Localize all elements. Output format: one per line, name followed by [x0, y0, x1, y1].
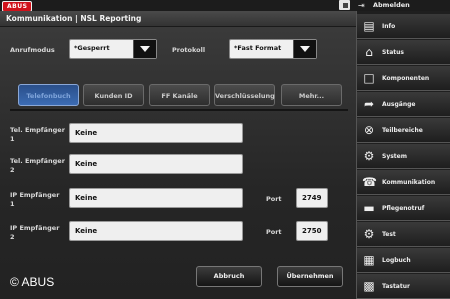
field-value: Keine — [75, 227, 98, 235]
chevron-down-icon[interactable] — [133, 40, 156, 58]
sidebar-item-label: Ausgänge — [382, 101, 416, 108]
tab-verschluesselung[interactable]: Verschlüsselung — [214, 84, 275, 106]
gear-icon: ⚙ — [363, 149, 375, 163]
recipient-label: IP Empfänger — [10, 224, 60, 232]
sidebar-item-komponenten[interactable]: □ Komponenten — [357, 66, 450, 91]
tab-divider — [10, 109, 348, 111]
page-header: Kommunikation | NSL Reporting — [0, 11, 356, 27]
partition-icon: ⊗ — [363, 123, 375, 137]
recipient-label-index: 2 — [10, 233, 15, 241]
field-value: Keine — [75, 160, 98, 168]
info-icon: ▤ — [363, 19, 375, 33]
window-icon[interactable] — [339, 0, 350, 10]
protocol-label: Protokoll — [172, 46, 206, 54]
sidebar-item-status[interactable]: ⌂ Status — [357, 40, 450, 65]
tab-kunden-id[interactable]: Kunden ID — [83, 84, 144, 106]
tab-ff-kanaele[interactable]: FF Kanäle — [149, 84, 210, 106]
top-bar: ABUS ⇥ Abmelden — [0, 0, 450, 12]
sidebar-item-system[interactable]: ⚙ System — [357, 144, 450, 169]
field-value: Keine — [75, 194, 98, 202]
sidebar-item-label: Pflegenotruf — [382, 205, 425, 212]
sidebar-item-tastatur[interactable]: ▩ Tastatur — [357, 274, 450, 299]
port-2-field[interactable]: 2750 — [296, 221, 328, 241]
component-icon: □ — [363, 71, 375, 85]
sidebar-item-teilbereiche[interactable]: ⊗ Teilbereiche — [357, 118, 450, 143]
sidebar-item-label: Kommunikation — [382, 179, 436, 186]
cancel-button[interactable]: Abbruch — [196, 266, 262, 287]
ip-recipient-2-field[interactable]: Keine — [69, 221, 243, 241]
recipient-label-index: 1 — [10, 200, 15, 208]
page-title: Kommunikation | NSL Reporting — [6, 14, 142, 23]
sidebar-item-label: Logbuch — [382, 257, 411, 264]
field-value: Keine — [75, 129, 98, 137]
tel-recipient-2-field[interactable]: Keine — [69, 154, 243, 174]
recipient-label: Tel. Empfänger — [10, 126, 65, 134]
port-label: Port — [266, 195, 282, 203]
call-mode-label: Anrufmodus — [10, 46, 55, 54]
tab-telefonbuch[interactable]: Telefonbuch — [18, 84, 79, 106]
recipient-label: Tel. Empfänger — [10, 157, 65, 165]
sidebar-item-label: Komponenten — [382, 75, 430, 82]
port-value: 2749 — [302, 194, 322, 202]
sidebar-item-logbuch[interactable]: ▦ Logbuch — [357, 248, 450, 273]
sidebar-item-label: Teilbereiche — [382, 127, 423, 134]
output-icon: ➦ — [363, 97, 375, 111]
port-1-field[interactable]: 2749 — [296, 188, 328, 208]
bed-icon: ▬ — [363, 201, 375, 215]
logout-icon[interactable]: ⇥ — [358, 1, 367, 10]
copyright-text: © ABUS — [10, 275, 55, 289]
tab-mehr[interactable]: Mehr... — [281, 84, 342, 106]
tel-recipient-1-field[interactable]: Keine — [69, 123, 243, 143]
ip-recipient-1-field[interactable]: Keine — [69, 188, 243, 208]
sidebar-item-kommunikation[interactable]: ☎ Kommunikation — [357, 170, 450, 195]
phone-icon: ☎ — [362, 175, 377, 189]
sidebar-item-label: Tastatur — [382, 283, 410, 290]
logbook-icon: ▦ — [363, 253, 375, 267]
gear-icon: ⚙ — [363, 227, 375, 241]
sidebar-item-test[interactable]: ⚙ Test — [357, 222, 450, 247]
sidebar-item-ausgaenge[interactable]: ➦ Ausgänge — [357, 92, 450, 117]
sidebar-item-label: Info — [382, 23, 396, 30]
protocol-dropdown[interactable]: *Fast Format — [229, 39, 317, 59]
apply-button[interactable]: Übernehmen — [277, 266, 343, 287]
sidebar-item-label: Status — [382, 49, 404, 56]
chevron-down-icon[interactable] — [293, 40, 316, 58]
sidebar-item-label: System — [382, 153, 407, 160]
port-label: Port — [266, 228, 282, 236]
call-mode-value: *Gesperrt — [74, 44, 110, 52]
sidebar-item-label: Test — [382, 231, 396, 238]
sidebar-item-info[interactable]: ▤ Info — [357, 14, 450, 39]
protocol-value: *Fast Format — [234, 44, 282, 52]
logout-button[interactable]: Abmelden — [373, 1, 410, 10]
sidebar-item-pflegenotruf[interactable]: ▬ Pflegenotruf — [357, 196, 450, 221]
recipient-label-index: 2 — [10, 166, 15, 174]
port-value: 2750 — [302, 227, 322, 235]
keypad-icon: ▩ — [363, 279, 375, 293]
recipient-label: IP Empfänger — [10, 191, 60, 199]
call-mode-dropdown[interactable]: *Gesperrt — [69, 39, 157, 59]
recipient-label-index: 1 — [10, 135, 15, 143]
home-icon: ⌂ — [365, 45, 373, 59]
